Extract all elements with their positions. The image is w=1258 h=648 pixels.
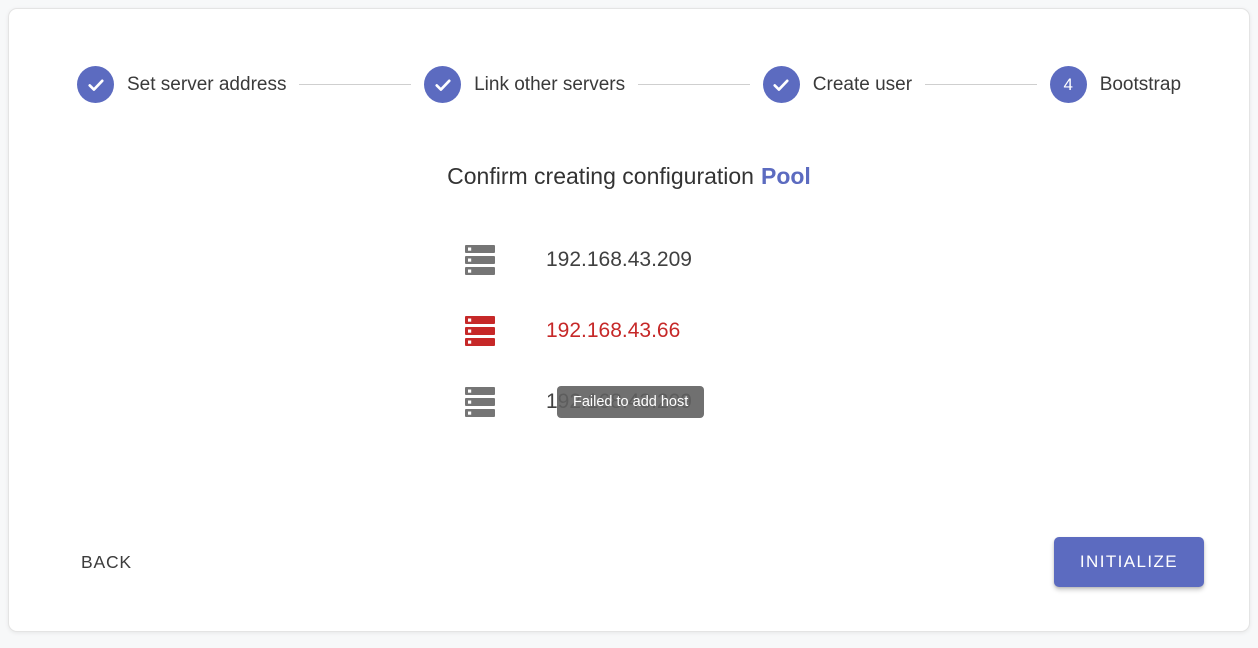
configuration-name: Pool xyxy=(761,163,811,189)
stepper-connector xyxy=(299,84,411,85)
server-error-icon xyxy=(465,316,495,346)
initialize-button[interactable]: INITIALIZE xyxy=(1054,537,1204,587)
step-set-server-address: Set server address xyxy=(77,66,286,103)
step-complete-check-icon xyxy=(424,66,461,103)
server-icon xyxy=(465,387,495,417)
wizard-stepper: Set server address Link other servers Cr… xyxy=(9,66,1249,103)
step-create-user: Create user xyxy=(763,66,912,103)
stepper-connector xyxy=(925,84,1037,85)
confirm-heading: Confirm creating configuration Pool xyxy=(9,163,1249,190)
host-list: 192.168.43.209 192.168.43.66 xyxy=(465,242,1249,420)
back-button[interactable]: BACK xyxy=(73,542,140,583)
host-row[interactable]: 192.168.43.209 xyxy=(465,242,1249,278)
host-address: 192.168.43.209 xyxy=(546,248,692,272)
host-row-error[interactable]: 192.168.43.66 xyxy=(465,313,1249,349)
step-label: Bootstrap xyxy=(1100,74,1181,96)
step-number: 4 xyxy=(1063,75,1072,95)
host-address: 192.168.43.66 xyxy=(546,319,680,343)
server-icon xyxy=(465,245,495,275)
step-complete-check-icon xyxy=(77,66,114,103)
confirm-heading-text: Confirm creating configuration xyxy=(447,163,754,189)
step-link-other-servers: Link other servers xyxy=(424,66,625,103)
step-complete-check-icon xyxy=(763,66,800,103)
setup-wizard-card: Set server address Link other servers Cr… xyxy=(8,8,1250,632)
step-label: Create user xyxy=(813,74,912,96)
failed-host-tooltip: Failed to add host xyxy=(557,386,704,418)
step-label: Set server address xyxy=(127,74,286,96)
host-row[interactable]: 192.168.43.209 Failed to add host xyxy=(465,384,1249,420)
step-bootstrap: 4 Bootstrap xyxy=(1050,66,1181,103)
wizard-actions: BACK INITIALIZE xyxy=(9,537,1249,587)
stepper-connector xyxy=(638,84,750,85)
step-number-badge: 4 xyxy=(1050,66,1087,103)
step-label: Link other servers xyxy=(474,74,625,96)
